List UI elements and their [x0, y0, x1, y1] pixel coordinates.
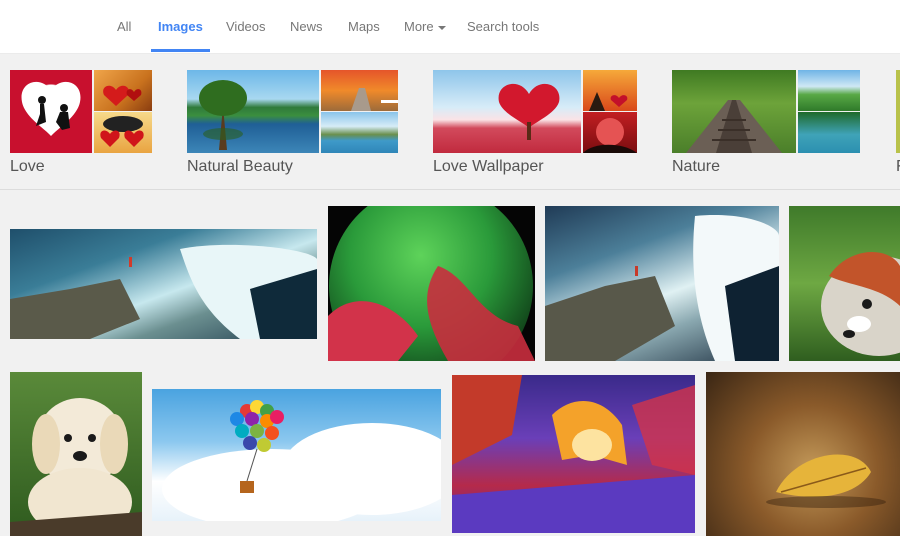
tab-more[interactable]: More [404, 0, 446, 54]
tab-search-tools[interactable]: Search tools [467, 0, 539, 54]
thumbnail-image [187, 70, 319, 153]
related-searches: Love Natural Beauty Love Wallpaper Natur… [0, 54, 900, 190]
thumbnail-image [321, 112, 398, 153]
caret-down-icon [437, 25, 446, 30]
related-label: F [896, 158, 900, 176]
related-love-thumbnails [10, 70, 152, 153]
related-nature-thumbnails [672, 70, 860, 153]
thumbnail-image [94, 70, 152, 111]
related-love-wallpaper-thumbnails [433, 70, 637, 153]
thumbnail-image [896, 70, 900, 153]
image-result[interactable] [545, 206, 779, 361]
thumbnail-image [583, 70, 637, 111]
thumbnail-image [583, 112, 637, 153]
thumbnail-image [94, 112, 152, 153]
image-result[interactable] [10, 229, 317, 339]
related-label: Natural Beauty [187, 158, 293, 175]
tab-images[interactable]: Images [151, 0, 210, 54]
tab-maps[interactable]: Maps [348, 0, 380, 54]
image-result[interactable] [452, 375, 695, 533]
related-next-thumbnails [896, 70, 900, 153]
image-result[interactable] [706, 372, 900, 536]
related-label: Love Wallpaper [433, 158, 544, 175]
related-natural-beauty-thumbnails [187, 70, 398, 153]
thumbnail-image [433, 70, 581, 153]
thumbnail-image [798, 70, 860, 111]
image-result[interactable] [10, 372, 142, 536]
image-result[interactable] [789, 206, 900, 361]
image-result[interactable] [328, 206, 535, 361]
tab-all[interactable]: All [117, 0, 131, 54]
tab-news[interactable]: News [290, 0, 323, 54]
related-label: Love [10, 158, 45, 175]
thumbnail-image [672, 70, 796, 153]
tab-more-label: More [404, 19, 434, 34]
thumbnail-image [798, 112, 860, 153]
thumbnail-image [321, 70, 398, 111]
tab-videos[interactable]: Videos [226, 0, 266, 54]
search-tabs-bar: All Images Videos News Maps More Search … [0, 0, 900, 54]
image-result[interactable] [152, 389, 441, 521]
related-label: Nature [672, 158, 721, 175]
thumbnail-image [10, 70, 92, 153]
